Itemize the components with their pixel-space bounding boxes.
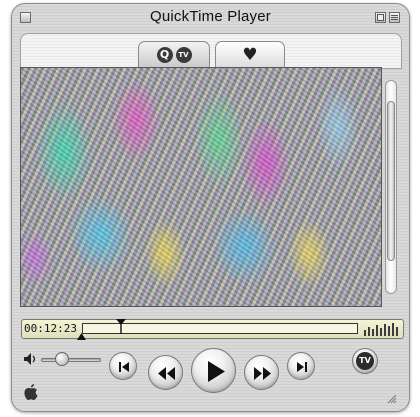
skip-start-icon (119, 362, 129, 372)
speaker-icon (24, 353, 36, 365)
scrollbar-thumb[interactable] (387, 101, 395, 261)
go-to-end-button[interactable] (287, 352, 315, 380)
quicktime-q-icon: Q (156, 47, 173, 63)
go-to-start-button[interactable] (109, 352, 137, 380)
play-icon (208, 361, 225, 382)
resize-grip-icon[interactable] (387, 394, 397, 404)
channel-drawer (20, 33, 402, 69)
collapse-button[interactable] (389, 12, 400, 23)
zoom-button[interactable] (375, 12, 386, 23)
apple-logo-icon (24, 384, 38, 400)
timecode-display: 00:12:23 (24, 322, 77, 335)
selection-start-marker[interactable] (77, 333, 86, 340)
skip-end-icon (297, 362, 307, 372)
play-button[interactable] (191, 348, 236, 393)
tv-button[interactable]: TV (352, 348, 378, 374)
tv-icon: TV (175, 47, 192, 63)
window-title: QuickTime Player (149, 8, 271, 25)
fast-forward-button[interactable] (244, 355, 279, 390)
drawer-scrollbar[interactable] (385, 80, 397, 294)
rewind-icon (158, 367, 175, 380)
rewind-button[interactable] (148, 355, 183, 390)
playhead-marker[interactable] (115, 318, 127, 334)
tv-icon: TV (356, 352, 374, 370)
tab-favorites[interactable]: ♥ (215, 41, 285, 68)
volume-slider-thumb[interactable] (55, 352, 69, 366)
tab-quicktime-tv[interactable]: Q TV (138, 41, 210, 68)
fast-forward-icon (254, 367, 271, 380)
title-bar[interactable]: QuickTime Player (11, 3, 410, 29)
volume-slider[interactable] (41, 358, 101, 362)
audio-level-meter (364, 322, 400, 336)
heart-icon: ♥ (242, 44, 258, 65)
video-display[interactable] (20, 67, 382, 307)
